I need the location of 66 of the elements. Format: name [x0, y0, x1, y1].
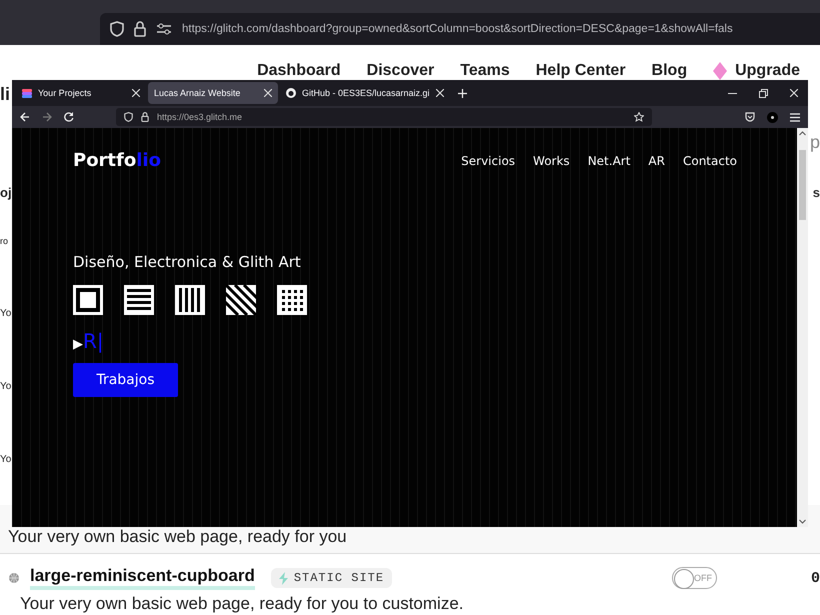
- close-icon[interactable]: [132, 89, 140, 97]
- nav-link[interactable]: Discover: [366, 62, 434, 80]
- project-name[interactable]: large-reminiscent-cupboard: [30, 566, 255, 590]
- star-icon[interactable]: [634, 112, 644, 122]
- lightning-icon: [278, 572, 288, 584]
- trabajos-button[interactable]: Trabajos: [73, 363, 178, 397]
- diagonal-stripes-icon: [226, 285, 256, 315]
- restore-icon[interactable]: [759, 88, 768, 98]
- lock-icon: [141, 112, 149, 122]
- partial-text: Yo: [0, 381, 12, 392]
- reload-icon[interactable]: [64, 112, 74, 122]
- diamond-icon: [713, 62, 728, 80]
- partial-text: ro: [0, 236, 8, 246]
- forward-icon[interactable]: [42, 112, 52, 122]
- dot-grid-icon: [277, 285, 307, 315]
- upgrade-link[interactable]: Upgrade: [735, 62, 800, 80]
- framed-square-icon: [73, 285, 103, 315]
- nav-link[interactable]: Teams: [460, 62, 510, 80]
- new-tab-icon[interactable]: [458, 88, 467, 98]
- logo-text[interactable]: Portfo: [73, 150, 136, 171]
- menu-icon[interactable]: [790, 112, 800, 122]
- scrollbar-thumb[interactable]: [799, 150, 806, 220]
- browser-tab[interactable]: GitHub - 0ES3ES/lucasarnaiz.gi: [280, 82, 450, 104]
- nav-link[interactable]: Servicios: [461, 154, 516, 168]
- lock-icon: [134, 21, 146, 37]
- vertical-stripes-icon: [175, 285, 205, 315]
- nav-link[interactable]: Net.Art: [588, 154, 630, 168]
- shield-icon: [110, 21, 124, 37]
- project-description: Your very own basic web page, ready for you to customize.: [19, 593, 464, 614]
- prompt-symbol: ▶: [73, 337, 83, 352]
- scroll-up-icon[interactable]: [799, 131, 806, 136]
- address-url: https://glitch.com/dashboard?group=owned&sortColumn=boost&sortDirection=DESC&page=1&showAll=fals: [182, 23, 733, 35]
- nav-link[interactable]: Contacto: [682, 154, 737, 168]
- nav-link[interactable]: Works: [533, 154, 570, 168]
- browser-tab[interactable]: Lucas Arnaiz Website: [148, 82, 278, 104]
- project-description: Your very own basic web page, ready for you: [8, 527, 347, 547]
- sliders-icon: [156, 23, 172, 35]
- partial-text: Yo: [0, 308, 12, 319]
- back-icon[interactable]: [20, 112, 30, 122]
- tagline: Diseño, Electronica & Glith Art: [73, 253, 302, 271]
- close-icon[interactable]: [790, 88, 798, 96]
- project-count: 0: [810, 570, 820, 586]
- close-icon[interactable]: [436, 89, 444, 97]
- typed-text: R|: [83, 329, 104, 353]
- extension-icon[interactable]: [767, 112, 778, 122]
- pocket-icon[interactable]: [745, 112, 755, 122]
- scrollbar[interactable]: [797, 128, 808, 527]
- partial-text: p: [810, 132, 820, 153]
- partial-text: s: [812, 185, 820, 200]
- shield-icon: [124, 112, 133, 122]
- browser-tab[interactable]: Your Projects: [16, 82, 146, 104]
- partial-text: Yo: [0, 454, 12, 465]
- url-field[interactable]: https://0es3.glitch.me: [116, 108, 652, 126]
- partial-text: oj: [0, 185, 12, 200]
- layers-icon: [22, 88, 32, 98]
- project-type-badge: STATIC SITE: [270, 568, 392, 588]
- address-bar[interactable]: https://glitch.com/dashboard?group=owned&sortColumn=boost&sortDirection=DESC&page=1&showAll=fals: [100, 13, 820, 45]
- nav-link[interactable]: AR: [648, 154, 665, 168]
- nav-link[interactable]: Dashboard: [257, 62, 341, 80]
- horizontal-stripes-icon: [124, 285, 154, 315]
- nav-link[interactable]: Blog: [652, 62, 688, 80]
- scroll-down-icon[interactable]: [799, 519, 806, 524]
- close-icon[interactable]: [264, 89, 272, 97]
- nav-link[interactable]: Help Center: [536, 62, 626, 80]
- globe-icon: [8, 572, 20, 584]
- partial-text: li: [0, 84, 10, 105]
